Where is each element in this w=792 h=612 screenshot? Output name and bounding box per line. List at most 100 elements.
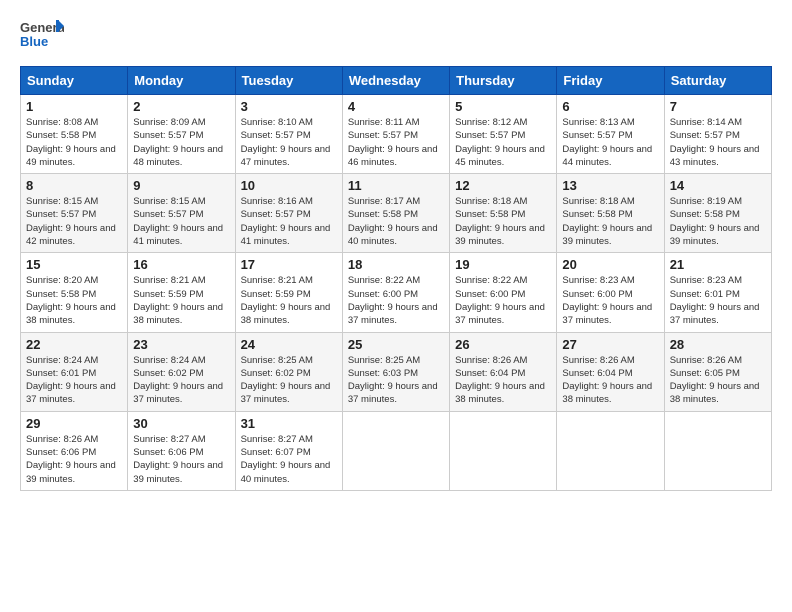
day-number: 5 bbox=[455, 99, 551, 114]
day-number: 10 bbox=[241, 178, 337, 193]
day-number: 6 bbox=[562, 99, 658, 114]
day-info: Sunrise: 8:26 AM Sunset: 6:04 PM Dayligh… bbox=[455, 354, 551, 407]
day-info: Sunrise: 8:18 AM Sunset: 5:58 PM Dayligh… bbox=[455, 195, 551, 248]
svg-text:Blue: Blue bbox=[20, 34, 48, 49]
calendar-day-cell bbox=[450, 411, 557, 490]
calendar-day-cell: 27 Sunrise: 8:26 AM Sunset: 6:04 PM Dayl… bbox=[557, 332, 664, 411]
calendar-day-cell: 8 Sunrise: 8:15 AM Sunset: 5:57 PM Dayli… bbox=[21, 174, 128, 253]
header: General Blue bbox=[20, 16, 772, 56]
day-number: 29 bbox=[26, 416, 122, 431]
day-number: 8 bbox=[26, 178, 122, 193]
day-info: Sunrise: 8:20 AM Sunset: 5:58 PM Dayligh… bbox=[26, 274, 122, 327]
day-info: Sunrise: 8:24 AM Sunset: 6:01 PM Dayligh… bbox=[26, 354, 122, 407]
day-info: Sunrise: 8:10 AM Sunset: 5:57 PM Dayligh… bbox=[241, 116, 337, 169]
day-number: 2 bbox=[133, 99, 229, 114]
day-info: Sunrise: 8:22 AM Sunset: 6:00 PM Dayligh… bbox=[348, 274, 444, 327]
day-number: 18 bbox=[348, 257, 444, 272]
day-number: 3 bbox=[241, 99, 337, 114]
calendar-day-cell: 5 Sunrise: 8:12 AM Sunset: 5:57 PM Dayli… bbox=[450, 95, 557, 174]
calendar-day-cell: 28 Sunrise: 8:26 AM Sunset: 6:05 PM Dayl… bbox=[664, 332, 771, 411]
day-number: 11 bbox=[348, 178, 444, 193]
day-of-week-header: Sunday bbox=[21, 67, 128, 95]
day-number: 9 bbox=[133, 178, 229, 193]
day-info: Sunrise: 8:24 AM Sunset: 6:02 PM Dayligh… bbox=[133, 354, 229, 407]
calendar-day-cell: 16 Sunrise: 8:21 AM Sunset: 5:59 PM Dayl… bbox=[128, 253, 235, 332]
calendar-day-cell: 1 Sunrise: 8:08 AM Sunset: 5:58 PM Dayli… bbox=[21, 95, 128, 174]
calendar-day-cell: 30 Sunrise: 8:27 AM Sunset: 6:06 PM Dayl… bbox=[128, 411, 235, 490]
calendar-day-cell: 21 Sunrise: 8:23 AM Sunset: 6:01 PM Dayl… bbox=[664, 253, 771, 332]
calendar-day-cell: 17 Sunrise: 8:21 AM Sunset: 5:59 PM Dayl… bbox=[235, 253, 342, 332]
calendar-day-cell: 29 Sunrise: 8:26 AM Sunset: 6:06 PM Dayl… bbox=[21, 411, 128, 490]
calendar-day-cell: 4 Sunrise: 8:11 AM Sunset: 5:57 PM Dayli… bbox=[342, 95, 449, 174]
day-number: 26 bbox=[455, 337, 551, 352]
day-info: Sunrise: 8:15 AM Sunset: 5:57 PM Dayligh… bbox=[26, 195, 122, 248]
calendar-day-cell: 9 Sunrise: 8:15 AM Sunset: 5:57 PM Dayli… bbox=[128, 174, 235, 253]
day-of-week-header: Thursday bbox=[450, 67, 557, 95]
day-number: 27 bbox=[562, 337, 658, 352]
calendar-day-cell: 6 Sunrise: 8:13 AM Sunset: 5:57 PM Dayli… bbox=[557, 95, 664, 174]
calendar-day-cell: 20 Sunrise: 8:23 AM Sunset: 6:00 PM Dayl… bbox=[557, 253, 664, 332]
calendar-day-cell: 22 Sunrise: 8:24 AM Sunset: 6:01 PM Dayl… bbox=[21, 332, 128, 411]
day-info: Sunrise: 8:23 AM Sunset: 6:01 PM Dayligh… bbox=[670, 274, 766, 327]
day-info: Sunrise: 8:16 AM Sunset: 5:57 PM Dayligh… bbox=[241, 195, 337, 248]
generalblue-logo-icon: General Blue bbox=[20, 16, 64, 56]
calendar-day-cell: 25 Sunrise: 8:25 AM Sunset: 6:03 PM Dayl… bbox=[342, 332, 449, 411]
day-number: 13 bbox=[562, 178, 658, 193]
calendar-day-cell: 23 Sunrise: 8:24 AM Sunset: 6:02 PM Dayl… bbox=[128, 332, 235, 411]
day-number: 20 bbox=[562, 257, 658, 272]
day-info: Sunrise: 8:25 AM Sunset: 6:02 PM Dayligh… bbox=[241, 354, 337, 407]
day-number: 12 bbox=[455, 178, 551, 193]
day-info: Sunrise: 8:15 AM Sunset: 5:57 PM Dayligh… bbox=[133, 195, 229, 248]
calendar-day-cell: 15 Sunrise: 8:20 AM Sunset: 5:58 PM Dayl… bbox=[21, 253, 128, 332]
day-info: Sunrise: 8:12 AM Sunset: 5:57 PM Dayligh… bbox=[455, 116, 551, 169]
day-info: Sunrise: 8:27 AM Sunset: 6:07 PM Dayligh… bbox=[241, 433, 337, 486]
day-info: Sunrise: 8:08 AM Sunset: 5:58 PM Dayligh… bbox=[26, 116, 122, 169]
day-number: 16 bbox=[133, 257, 229, 272]
calendar-day-cell: 10 Sunrise: 8:16 AM Sunset: 5:57 PM Dayl… bbox=[235, 174, 342, 253]
calendar-day-cell: 11 Sunrise: 8:17 AM Sunset: 5:58 PM Dayl… bbox=[342, 174, 449, 253]
day-number: 7 bbox=[670, 99, 766, 114]
day-of-week-header: Monday bbox=[128, 67, 235, 95]
calendar-header-row: SundayMondayTuesdayWednesdayThursdayFrid… bbox=[21, 67, 772, 95]
calendar-table: SundayMondayTuesdayWednesdayThursdayFrid… bbox=[20, 66, 772, 491]
calendar-day-cell: 19 Sunrise: 8:22 AM Sunset: 6:00 PM Dayl… bbox=[450, 253, 557, 332]
day-of-week-header: Friday bbox=[557, 67, 664, 95]
day-info: Sunrise: 8:09 AM Sunset: 5:57 PM Dayligh… bbox=[133, 116, 229, 169]
calendar-week-row: 29 Sunrise: 8:26 AM Sunset: 6:06 PM Dayl… bbox=[21, 411, 772, 490]
day-info: Sunrise: 8:26 AM Sunset: 6:04 PM Dayligh… bbox=[562, 354, 658, 407]
day-number: 15 bbox=[26, 257, 122, 272]
day-number: 21 bbox=[670, 257, 766, 272]
day-info: Sunrise: 8:23 AM Sunset: 6:00 PM Dayligh… bbox=[562, 274, 658, 327]
day-number: 31 bbox=[241, 416, 337, 431]
calendar-day-cell bbox=[342, 411, 449, 490]
day-number: 22 bbox=[26, 337, 122, 352]
day-number: 24 bbox=[241, 337, 337, 352]
calendar-day-cell: 12 Sunrise: 8:18 AM Sunset: 5:58 PM Dayl… bbox=[450, 174, 557, 253]
calendar-day-cell bbox=[664, 411, 771, 490]
day-info: Sunrise: 8:19 AM Sunset: 5:58 PM Dayligh… bbox=[670, 195, 766, 248]
calendar-day-cell: 7 Sunrise: 8:14 AM Sunset: 5:57 PM Dayli… bbox=[664, 95, 771, 174]
calendar-day-cell: 24 Sunrise: 8:25 AM Sunset: 6:02 PM Dayl… bbox=[235, 332, 342, 411]
calendar-week-row: 15 Sunrise: 8:20 AM Sunset: 5:58 PM Dayl… bbox=[21, 253, 772, 332]
day-number: 4 bbox=[348, 99, 444, 114]
calendar-week-row: 8 Sunrise: 8:15 AM Sunset: 5:57 PM Dayli… bbox=[21, 174, 772, 253]
day-info: Sunrise: 8:27 AM Sunset: 6:06 PM Dayligh… bbox=[133, 433, 229, 486]
day-info: Sunrise: 8:22 AM Sunset: 6:00 PM Dayligh… bbox=[455, 274, 551, 327]
calendar-day-cell: 14 Sunrise: 8:19 AM Sunset: 5:58 PM Dayl… bbox=[664, 174, 771, 253]
day-number: 14 bbox=[670, 178, 766, 193]
calendar-week-row: 1 Sunrise: 8:08 AM Sunset: 5:58 PM Dayli… bbox=[21, 95, 772, 174]
day-number: 28 bbox=[670, 337, 766, 352]
day-info: Sunrise: 8:14 AM Sunset: 5:57 PM Dayligh… bbox=[670, 116, 766, 169]
day-info: Sunrise: 8:26 AM Sunset: 6:06 PM Dayligh… bbox=[26, 433, 122, 486]
day-info: Sunrise: 8:26 AM Sunset: 6:05 PM Dayligh… bbox=[670, 354, 766, 407]
calendar-day-cell: 2 Sunrise: 8:09 AM Sunset: 5:57 PM Dayli… bbox=[128, 95, 235, 174]
calendar-day-cell: 31 Sunrise: 8:27 AM Sunset: 6:07 PM Dayl… bbox=[235, 411, 342, 490]
logo: General Blue bbox=[20, 16, 64, 56]
day-number: 30 bbox=[133, 416, 229, 431]
day-number: 17 bbox=[241, 257, 337, 272]
page: General Blue SundayMondayTuesdayWednesda… bbox=[0, 0, 792, 612]
calendar-day-cell: 3 Sunrise: 8:10 AM Sunset: 5:57 PM Dayli… bbox=[235, 95, 342, 174]
day-number: 23 bbox=[133, 337, 229, 352]
day-info: Sunrise: 8:11 AM Sunset: 5:57 PM Dayligh… bbox=[348, 116, 444, 169]
day-info: Sunrise: 8:25 AM Sunset: 6:03 PM Dayligh… bbox=[348, 354, 444, 407]
